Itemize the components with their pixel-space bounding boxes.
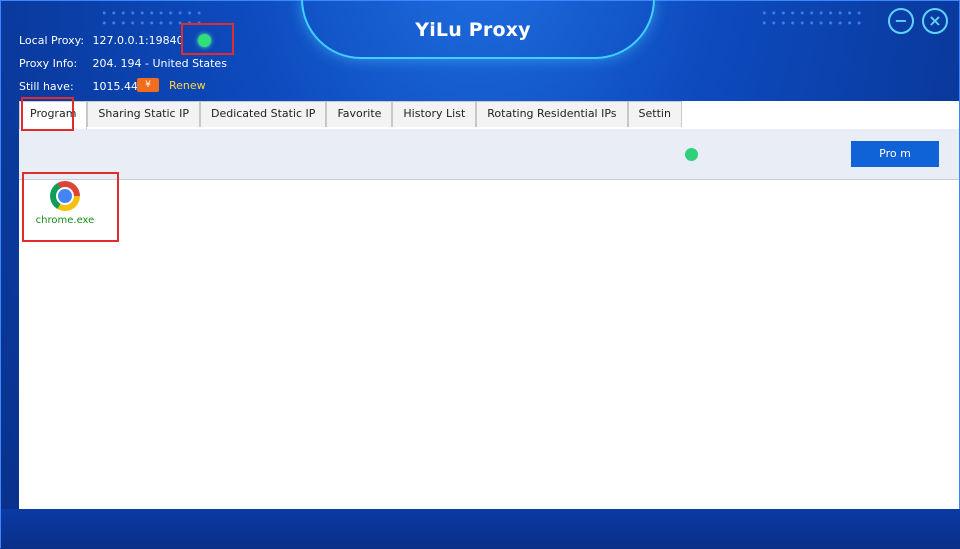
local-proxy-label: Local Proxy: <box>19 34 85 47</box>
local-proxy-row: Local Proxy: 127.0.0.1:19840 <box>19 34 184 47</box>
renew-link[interactable]: Renew <box>169 79 206 92</box>
tab-favorite[interactable]: Favorite <box>326 101 393 127</box>
highlight-box-tab <box>21 97 74 131</box>
tab-sharing-static-ip[interactable]: Sharing Static IP <box>87 101 200 127</box>
tab-dedicated-static-ip[interactable]: Dedicated Static IP <box>199 101 327 127</box>
highlight-box-app <box>22 172 119 242</box>
main-panel: Program Sharing Static IP Dedicated Stat… <box>19 101 959 509</box>
proxy-info-row: Proxy Info: 204. 194 - United States <box>19 57 227 70</box>
close-icon[interactable]: × <box>922 8 948 34</box>
tab-history-list[interactable]: History List <box>392 101 477 127</box>
proxy-info-value: 204. 194 - United States <box>92 57 227 70</box>
program-button[interactable]: Pro m <box>851 141 939 167</box>
local-proxy-value: 127.0.0.1:19840 <box>92 34 184 47</box>
bottom-bar <box>1 509 960 549</box>
still-have-value: 1015.44 <box>92 80 139 93</box>
program-toolbar: Pro m <box>19 129 959 180</box>
highlight-box-status <box>181 23 234 55</box>
minimize-icon[interactable]: − <box>888 8 914 34</box>
tab-bar: Program Sharing Static IP Dedicated Stat… <box>19 101 682 129</box>
tab-settings[interactable]: Settin <box>627 101 682 127</box>
proxy-info-label: Proxy Info: <box>19 57 78 70</box>
app-window: ••••••••••• ••••••••••• ••••••••••• ••••••… <box>0 0 960 549</box>
tab-rotating-residential-ips[interactable]: Rotating Residential IPs <box>476 101 628 127</box>
toolbar-status-icon <box>685 148 698 161</box>
renew-icon[interactable]: ¥ <box>137 78 159 92</box>
still-have-label: Still have: <box>19 80 74 93</box>
balance-row: Still have: 1015.44 <box>19 80 138 93</box>
